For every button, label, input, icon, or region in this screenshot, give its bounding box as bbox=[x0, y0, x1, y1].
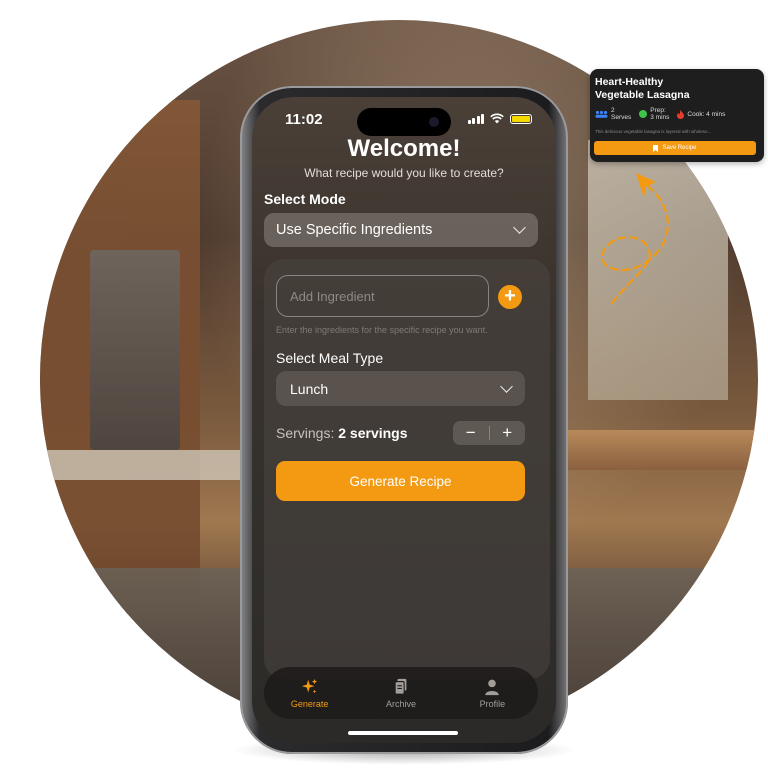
cook-info: Cook: 4 mins bbox=[677, 109, 726, 119]
home-indicator bbox=[348, 731, 458, 735]
recipe-title: Heart-Healthy Vegetable Lasagna bbox=[595, 76, 755, 102]
chevron-down-icon bbox=[500, 379, 513, 393]
mode-selected-value: Use Specific Ingredients bbox=[276, 222, 433, 238]
prep-value: 3 mins bbox=[650, 114, 670, 121]
decrement-button[interactable]: − bbox=[453, 421, 489, 445]
bookmark-icon bbox=[653, 144, 659, 152]
plus-icon: + bbox=[504, 285, 516, 307]
serves-info: 2 Serves bbox=[595, 107, 631, 121]
ingredient-placeholder: Add Ingredient bbox=[290, 288, 375, 304]
recipe-title-line1: Heart-Healthy bbox=[595, 76, 664, 88]
people-icon bbox=[595, 110, 608, 118]
page-subtitle: What recipe would you like to create? bbox=[304, 166, 504, 180]
camera-icon bbox=[429, 117, 439, 127]
prep-label: Prep: bbox=[650, 107, 666, 114]
tab-profile-label: Profile bbox=[479, 698, 506, 709]
recipe-meta: 2 Serves Prep: 3 mins Cook: 4 mins bbox=[595, 107, 725, 121]
servings-text: Servings: 2 servings bbox=[276, 425, 408, 441]
status-icons bbox=[467, 113, 532, 124]
person-icon bbox=[485, 679, 500, 695]
flame-icon bbox=[677, 109, 685, 119]
ingredient-hint: Enter the ingredients for the specific r… bbox=[276, 325, 488, 335]
tab-generate-label: Generate bbox=[290, 698, 329, 709]
serves-count: 2 bbox=[611, 107, 615, 114]
add-ingredient-button[interactable]: + bbox=[498, 285, 522, 309]
tab-archive[interactable]: Archive bbox=[355, 667, 446, 719]
sparkles-icon bbox=[301, 678, 317, 693]
page-title: Welcome! bbox=[347, 135, 461, 162]
tab-bar: Generate Archive Profile bbox=[264, 667, 538, 719]
dynamic-island bbox=[357, 108, 451, 136]
meal-type-label: Select Meal Type bbox=[276, 350, 384, 366]
servings-stepper[interactable]: − + bbox=[453, 421, 525, 445]
increment-button[interactable]: + bbox=[490, 421, 526, 445]
recipe-description: This delicious vegetable lasagna is laye… bbox=[595, 129, 712, 134]
ingredient-input[interactable]: Add Ingredient bbox=[276, 275, 489, 317]
servings-value: 2 servings bbox=[338, 425, 408, 441]
meal-type-selected-value: Lunch bbox=[290, 380, 329, 397]
cook-time: Cook: 4 mins bbox=[687, 110, 726, 118]
recipe-form-panel: Add Ingredient + Enter the ingredients f… bbox=[264, 259, 550, 679]
wifi-icon bbox=[490, 113, 504, 124]
mode-dropdown[interactable]: Use Specific Ingredients bbox=[264, 213, 538, 247]
tab-archive-label: Archive bbox=[385, 698, 416, 709]
mode-label: Select Mode bbox=[264, 191, 346, 207]
tab-generate[interactable]: Generate bbox=[264, 667, 355, 719]
dashed-arrow-icon bbox=[601, 173, 669, 305]
phone-screen: 11:02 Welcome! What recipe would you lik… bbox=[252, 97, 556, 743]
oven bbox=[90, 250, 180, 450]
battery-icon bbox=[510, 113, 532, 124]
clock-icon bbox=[639, 110, 648, 118]
chevron-down-icon bbox=[513, 221, 526, 234]
documents-icon bbox=[394, 678, 407, 695]
status-time: 11:02 bbox=[285, 111, 323, 128]
serves-label: Serves bbox=[611, 114, 632, 121]
tab-profile[interactable]: Profile bbox=[447, 667, 538, 719]
recipe-title-line2: Vegetable Lasagna bbox=[595, 89, 690, 101]
generate-recipe-button[interactable]: Generate Recipe bbox=[276, 461, 525, 501]
prep-info: Prep: 3 mins bbox=[639, 107, 669, 121]
save-recipe-button[interactable]: Save Recipe bbox=[594, 141, 756, 155]
save-recipe-label: Save Recipe bbox=[662, 145, 697, 151]
meal-type-dropdown[interactable]: Lunch bbox=[276, 371, 525, 406]
recipe-preview-card: Heart-Healthy Vegetable Lasagna 2 Serves … bbox=[590, 69, 764, 162]
signal-icon bbox=[467, 113, 484, 124]
servings-label: Servings: bbox=[276, 425, 335, 441]
